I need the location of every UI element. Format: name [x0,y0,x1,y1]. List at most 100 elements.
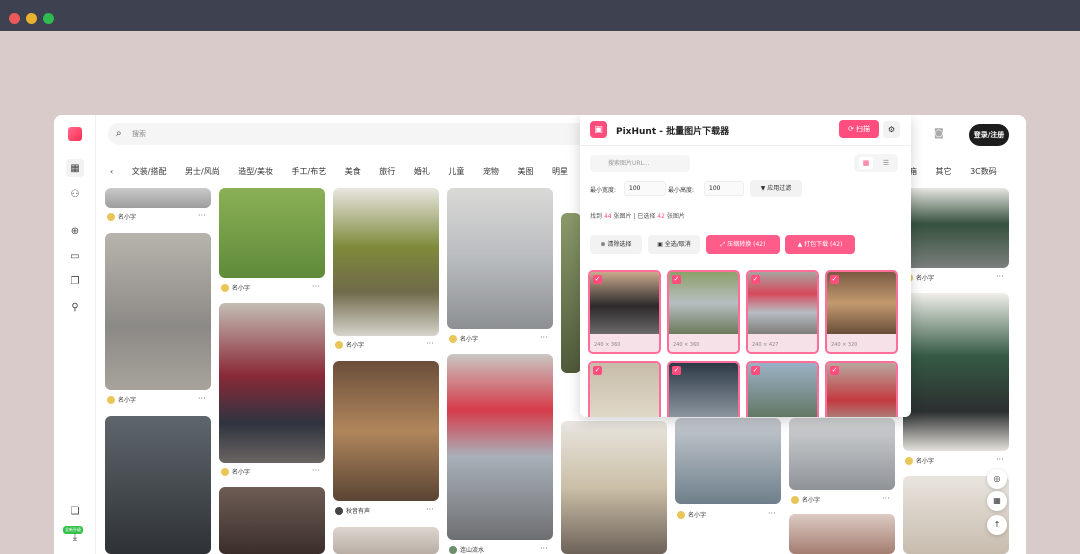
search-input[interactable]: ⌕ 搜索 [108,123,588,145]
plus-circle-icon[interactable]: ⊕ [66,222,84,240]
photo-tile[interactable] [903,293,1009,451]
more-icon[interactable]: ··· [996,455,1004,464]
image-cell[interactable]: ✓ [746,361,819,417]
zip-download-button[interactable]: ▲ 打包下载 (42) [785,235,855,254]
photo-tile[interactable] [903,188,1009,268]
more-icon[interactable]: ··· [540,333,548,342]
photo-tile[interactable] [219,487,325,554]
apply-filter-button[interactable]: ▼ 应用过滤 [750,180,802,197]
image-cell[interactable]: ✓ 240 × 360 [588,270,661,354]
login-button[interactable]: 登录/注册 [969,124,1009,146]
card-author[interactable]: 名小字 [335,340,364,349]
photo-tile[interactable] [789,514,895,554]
photo-tile[interactable] [333,527,439,554]
image-cell[interactable]: ✓ [667,361,740,417]
camera-icon[interactable]: ◙ [934,128,944,139]
more-icon[interactable]: ··· [540,544,548,553]
list-view-toggle-icon[interactable]: ☰ [879,157,893,169]
min-height-input[interactable]: 100 [704,181,744,196]
card-author[interactable]: 名小字 [107,212,136,221]
category-item[interactable]: 造型/美妆 [238,166,273,177]
clear-selection-button[interactable]: ⊗ 清除选择 [590,235,642,254]
checkbox-icon[interactable]: ✓ [672,275,681,284]
compress-convert-button[interactable]: ⤢ 压缩转换 (42) [706,235,780,254]
checkbox-icon[interactable]: ✓ [830,275,839,284]
image-cell[interactable]: ✓ [588,361,661,417]
image-cell[interactable]: ✓ [825,361,898,417]
category-item[interactable]: 其它 [936,167,952,176]
copy-icon[interactable]: ❐ [66,272,84,290]
category-item[interactable]: 美食 [345,166,361,177]
grid-icon[interactable]: ▦ [66,159,84,177]
user-icon[interactable]: ⚇ [66,185,84,203]
photo-tile[interactable] [219,188,325,278]
maximize-window-button[interactable] [43,13,54,24]
card-author[interactable]: 名小字 [791,495,820,504]
category-item[interactable]: 美图 [517,166,533,177]
category-back-icon[interactable]: ‹ [110,167,113,176]
photo-tile[interactable] [561,421,667,554]
card-author[interactable]: 名小字 [905,456,934,465]
category-item[interactable]: 文装/搭配 [132,166,167,177]
card-author[interactable]: 名小字 [677,510,706,519]
bike-icon[interactable]: ⚲ [66,298,84,316]
scan-button[interactable]: ⟳ 扫描 [839,120,879,138]
photo-tile[interactable] [447,354,553,540]
image-cell[interactable]: ✓ 240 × 427 [746,270,819,354]
grid-view-toggle-icon[interactable]: ▦ [859,157,873,169]
category-item[interactable]: 手工/布艺 [292,166,327,177]
select-all-button[interactable]: ▣ 全选/取消 [648,235,700,254]
arrow-up-icon[interactable]: ↑ [987,515,1007,535]
category-item[interactable]: 婚礼 [414,166,430,177]
minimize-window-button[interactable] [26,13,37,24]
min-width-input[interactable]: 100 [624,181,666,196]
category-item[interactable]: 3C数码 [970,167,997,176]
more-icon[interactable]: ··· [996,272,1004,281]
checkbox-icon[interactable]: ✓ [830,366,839,375]
clipboard-icon[interactable]: ❏ [66,502,84,520]
category-item[interactable]: 男士/风尚 [185,166,220,177]
more-icon[interactable]: ··· [426,339,434,348]
site-logo[interactable] [68,127,82,141]
checkbox-icon[interactable]: ✓ [593,366,602,375]
more-icon[interactable]: ··· [768,509,776,518]
more-icon[interactable]: ··· [312,282,320,291]
image-cell[interactable]: ✓ 240 × 360 [667,270,740,354]
more-icon[interactable]: ··· [198,394,206,403]
close-window-button[interactable] [9,13,20,24]
more-icon[interactable]: ··· [426,505,434,514]
category-item[interactable]: 旅行 [379,166,395,177]
grid-view-icon[interactable]: ▦ [987,491,1007,511]
photo-tile[interactable] [789,418,895,490]
more-icon[interactable]: ··· [312,466,320,475]
card-author[interactable]: 名小字 [221,283,250,292]
url-search-input[interactable]: 搜索图片URL... [590,155,690,172]
checkbox-icon[interactable]: ✓ [593,275,602,284]
chat-icon[interactable]: ▭ [66,247,84,265]
more-icon[interactable]: ··· [198,211,206,220]
card-author[interactable]: 名小字 [221,467,250,476]
photo-tile[interactable] [105,233,211,390]
gear-icon[interactable]: ⚙ [883,121,900,138]
photo-tile[interactable] [219,303,325,463]
image-cell[interactable]: ✓ 240 × 320 [825,270,898,354]
photo-tile[interactable] [105,416,211,554]
card-author[interactable]: 连山流水 [449,545,484,554]
checkbox-icon[interactable]: ✓ [751,366,760,375]
card-author[interactable]: 秋音有声 [335,506,370,515]
more-icon[interactable]: ··· [882,494,890,503]
checkbox-icon[interactable]: ✓ [751,275,760,284]
download-icon[interactable]: ⤓ [66,528,84,546]
photo-tile[interactable] [447,188,553,329]
checkbox-icon[interactable]: ✓ [672,366,681,375]
photo-tile[interactable] [333,361,439,501]
card-author[interactable]: 名小字 [107,395,136,404]
category-item[interactable]: 宠物 [483,166,499,177]
category-item[interactable]: 明星 [552,166,568,177]
photo-tile[interactable] [105,188,211,208]
category-item[interactable]: 儿童 [448,166,464,177]
photo-tile[interactable] [675,418,781,504]
photo-tile[interactable] [561,213,581,373]
card-author[interactable]: 名小字 [449,334,478,343]
headset-icon[interactable]: ◎ [987,469,1007,489]
